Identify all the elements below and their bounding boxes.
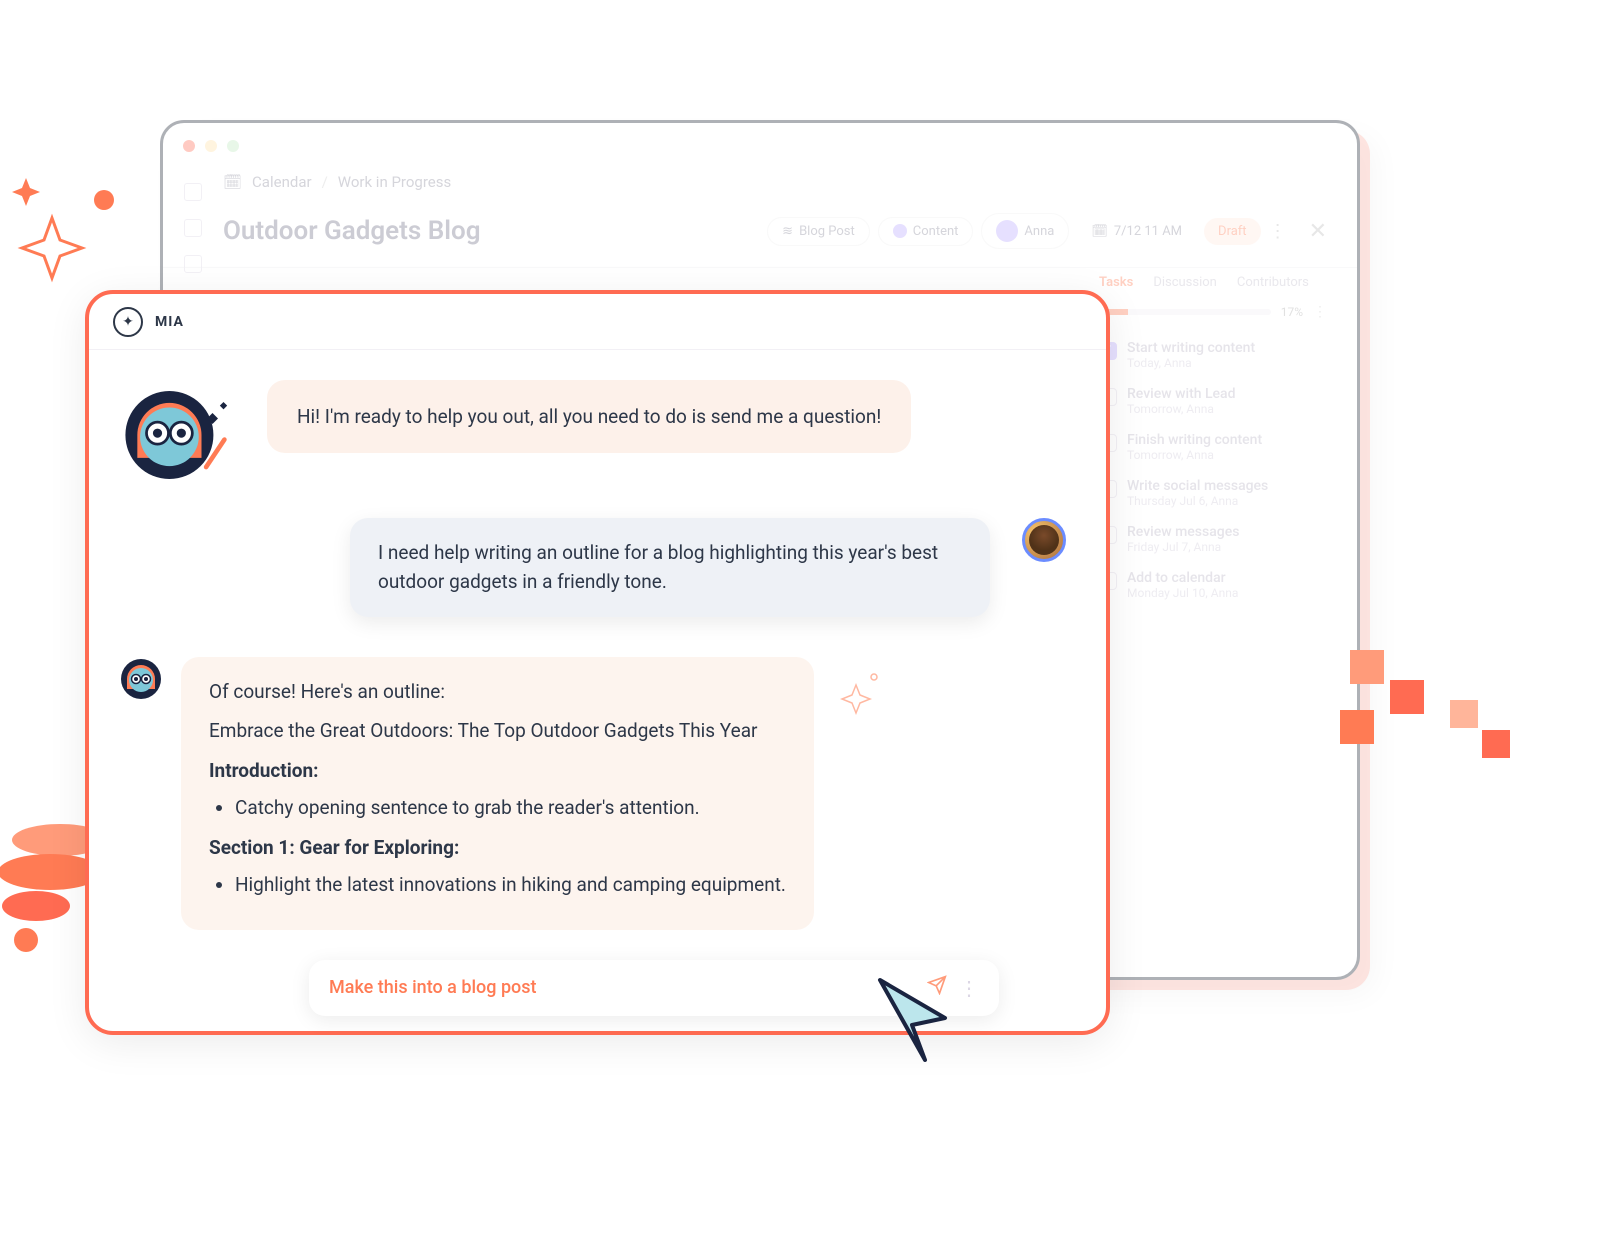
- window-titlebar: [163, 123, 1357, 169]
- sidebar-icon-3[interactable]: [184, 255, 202, 273]
- outline-introduction-bullet: Catchy opening sentence to grab the read…: [235, 793, 786, 822]
- chip-content[interactable]: Content: [878, 217, 974, 246]
- message-row-mia-outline: Of course! Here's an outline: Embrace th…: [119, 657, 1066, 930]
- outline-section1-bullet: Highlight the latest innovations in hiki…: [235, 870, 786, 899]
- task-row[interactable]: Write social messagesThursday Jul 6, Ann…: [1099, 478, 1327, 508]
- tasks-panel: Tasks Discussion Contributors 17% ⋮ Star…: [1083, 263, 1343, 628]
- mia-greeting-text: Hi! I'm ready to help you out, all you n…: [297, 405, 881, 428]
- breadcrumb-page[interactable]: Work in Progress: [338, 173, 451, 191]
- more-icon[interactable]: ⋮: [959, 976, 979, 1000]
- mia-avatar-sm-icon: [119, 657, 163, 701]
- progress-pct: 17%: [1281, 305, 1303, 319]
- magic-wand-icon: ✦: [113, 307, 143, 337]
- tab-discussion[interactable]: Discussion: [1153, 275, 1217, 290]
- user-message-text: I need help writing an outline for a blo…: [378, 541, 938, 593]
- mia-avatar-icon: [119, 380, 229, 490]
- panel-tabs: Tasks Discussion Contributors: [1099, 275, 1327, 290]
- more-icon[interactable]: ⋮: [1261, 221, 1295, 242]
- message-row-user: I need help writing an outline for a blo…: [119, 518, 1066, 617]
- chat-body: Hi! I'm ready to help you out, all you n…: [89, 350, 1106, 1016]
- avatar-icon: [996, 220, 1018, 242]
- breadcrumb[interactable]: 🗓 Calendar / Work in Progress: [163, 169, 1357, 203]
- task-row[interactable]: Start writing contentToday, Anna: [1099, 340, 1327, 370]
- message-row-mia: Hi! I'm ready to help you out, all you n…: [119, 380, 1066, 490]
- outline-intro: Of course! Here's an outline:: [209, 677, 786, 706]
- chip-status-draft[interactable]: Draft: [1204, 218, 1261, 245]
- composer-text[interactable]: Make this into a blog post: [329, 977, 915, 998]
- close-icon[interactable]: ✕: [1303, 219, 1333, 244]
- outline-title: Embrace the Great Outdoors: The Top Outd…: [209, 716, 786, 745]
- rss-icon: ≋: [782, 224, 793, 239]
- chip-user[interactable]: Anna: [981, 213, 1069, 249]
- mia-chat-window: ✦ MIA Hi! I'm ready to hel: [85, 290, 1110, 1035]
- user-avatar-icon: [1022, 518, 1066, 562]
- window-min-dot[interactable]: [205, 140, 217, 152]
- progress-row: 17% ⋮: [1099, 304, 1327, 320]
- chip-blog-post[interactable]: ≋ Blog Post: [767, 217, 870, 246]
- mia-outline-bubble: Of course! Here's an outline: Embrace th…: [181, 657, 814, 930]
- user-bubble: I need help writing an outline for a blo…: [350, 518, 990, 617]
- task-row[interactable]: Finish writing contentTomorrow, Anna: [1099, 432, 1327, 462]
- calendar-icon: 🗓: [223, 173, 242, 191]
- squares-decoration-icon: [1340, 640, 1520, 784]
- content-color-icon: [893, 224, 907, 238]
- outline-section1-heading: Section 1: Gear for Exploring:: [209, 833, 786, 862]
- chip-date[interactable]: 🗓 7/12 11 AM: [1077, 218, 1196, 245]
- task-row[interactable]: Add to calendarMonday Jul 10, Anna: [1099, 570, 1327, 600]
- mia-name: MIA: [155, 314, 184, 330]
- window-close-dot[interactable]: [183, 140, 195, 152]
- breadcrumb-calendar[interactable]: Calendar: [252, 173, 312, 191]
- sparkle-icon: [834, 665, 884, 723]
- sidebar-icon-1[interactable]: [184, 183, 202, 201]
- progress-bar: [1099, 309, 1271, 315]
- mia-greeting-bubble: Hi! I'm ready to help you out, all you n…: [267, 380, 911, 453]
- cursor-icon: [870, 970, 960, 1074]
- breadcrumb-sep: /: [322, 173, 328, 191]
- window-max-dot[interactable]: [227, 140, 239, 152]
- tab-tasks[interactable]: Tasks: [1099, 275, 1133, 290]
- task-row[interactable]: Review messagesFriday Jul 7, Anna: [1099, 524, 1327, 554]
- page-title: Outdoor Gadgets Blog: [223, 216, 759, 246]
- mia-header: ✦ MIA: [89, 294, 1106, 350]
- tab-contributors[interactable]: Contributors: [1237, 275, 1309, 290]
- header-row: Outdoor Gadgets Blog ≋ Blog Post Content…: [163, 203, 1357, 268]
- progress-more-icon[interactable]: ⋮: [1313, 304, 1327, 320]
- outline-introduction-heading: Introduction:: [209, 756, 786, 785]
- sidebar-icon-2[interactable]: [184, 219, 202, 237]
- task-row[interactable]: Review with LeadTomorrow, Anna: [1099, 386, 1327, 416]
- calendar-icon: 🗓: [1091, 224, 1108, 239]
